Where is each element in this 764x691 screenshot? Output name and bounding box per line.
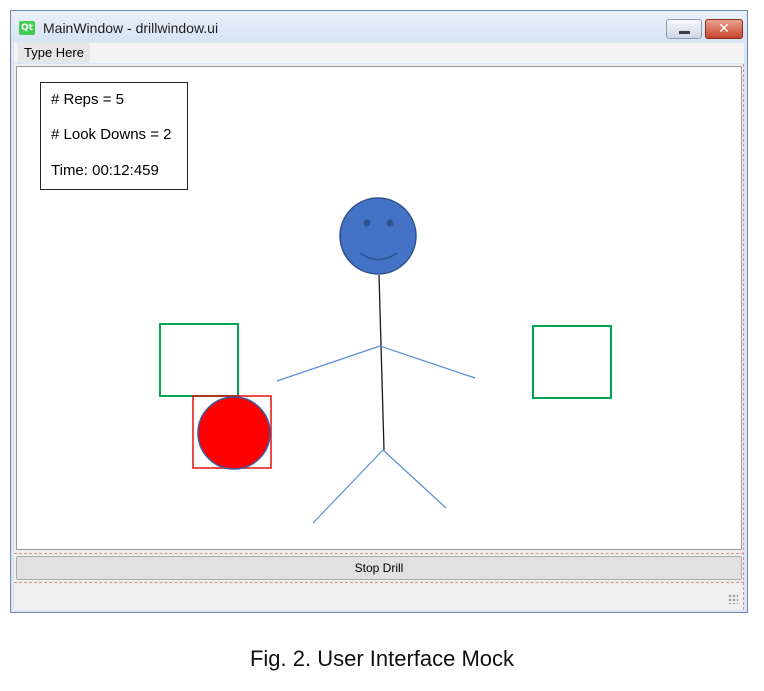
title-bar[interactable]: Qt MainWindow - drillwindow.ui ✕ <box>11 11 747 41</box>
stop-drill-button[interactable]: Stop Drill <box>16 556 742 580</box>
status-bar <box>16 584 742 608</box>
central-widget: # Reps = 5 # Look Downs = 2 Time: 00:12:… <box>14 64 744 610</box>
window-title: MainWindow - drillwindow.ui <box>43 20 219 36</box>
layout-guide-horizontal-2 <box>14 582 744 583</box>
layout-guide-vertical <box>743 64 744 610</box>
target-box-right <box>532 325 612 399</box>
ball <box>197 396 271 470</box>
figure-head <box>339 197 417 275</box>
drill-canvas: # Reps = 5 # Look Downs = 2 Time: 00:12:… <box>16 66 742 550</box>
stick-figure <box>276 197 476 524</box>
figure-caption: Fig. 2. User Interface Mock <box>249 646 515 671</box>
resize-grip-icon[interactable] <box>728 594 738 604</box>
figure-right-leg <box>382 449 447 509</box>
figure-right-eye <box>386 219 394 227</box>
menu-bar: Type Here <box>14 43 744 63</box>
close-button[interactable]: ✕ <box>705 19 743 39</box>
figure-left-eye <box>363 219 371 227</box>
layout-guide-horizontal <box>14 553 744 554</box>
target-box-left <box>159 323 239 397</box>
main-window: Qt MainWindow - drillwindow.ui ✕ Type He… <box>10 10 748 613</box>
minimize-button[interactable] <box>666 19 702 39</box>
qt-logo-icon: Qt <box>19 21 35 35</box>
figure-torso <box>378 274 385 451</box>
figure-left-arm <box>276 345 381 382</box>
drill-scene <box>159 197 612 524</box>
menu-item-type-here[interactable]: Type Here <box>18 43 90 63</box>
figure-right-arm <box>379 345 476 379</box>
figure-left-leg <box>312 449 384 524</box>
